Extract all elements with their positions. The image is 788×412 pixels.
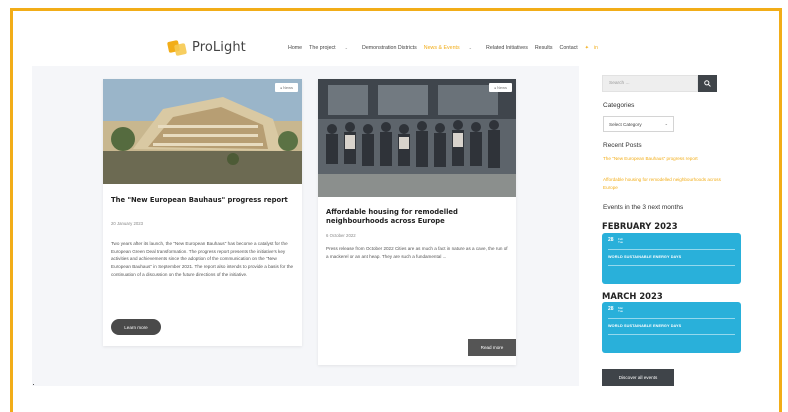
logo-text: ProLight [192, 39, 246, 55]
post-card: News The "New European Bauhaus" progress… [103, 79, 302, 346]
post-excerpt: Two years after its launch, the "New Eur… [111, 241, 294, 277]
event-day: 28 [608, 237, 614, 243]
chevron-down-icon: ⌄ [664, 121, 668, 126]
divider [608, 249, 735, 250]
category-tag[interactable]: News [275, 83, 298, 92]
month-heading: MARCH 2023 [602, 291, 663, 301]
divider [608, 318, 735, 319]
post-card: News Affordable housing for remodelled n… [318, 79, 516, 365]
category-select[interactable]: Select Category ⌄ [603, 116, 674, 132]
linkedin-icon[interactable]: in [594, 45, 598, 51]
nav-item-news-events[interactable]: News & Events ⌄ [424, 45, 479, 51]
select-value: Select Category [609, 122, 642, 127]
search-icon [704, 80, 711, 87]
nav-item-demonstration-districts[interactable]: Demonstration Districts [362, 45, 417, 51]
post-title[interactable]: The "New European Bauhaus" progress repo… [111, 196, 291, 205]
event-date-detail: Mar Tue [618, 306, 624, 314]
event-date-detail: Feb Tue [618, 237, 624, 245]
nav-item-home[interactable]: Home [288, 45, 302, 51]
post-date: 20 January 2023 [111, 221, 144, 226]
event-weekday: Tue [618, 240, 624, 245]
nav-item-the-project[interactable]: The project ⌄ [309, 45, 355, 51]
recent-post-link[interactable]: The "New European Bauhaus" progress repo… [603, 155, 727, 163]
post-image[interactable]: News [318, 79, 516, 197]
nav-item-results[interactable]: Results [535, 45, 553, 51]
site-logo[interactable]: ProLight [166, 38, 246, 57]
categories-heading: Categories [603, 102, 635, 109]
category-tag[interactable]: News [489, 83, 512, 92]
logo-mark-icon [166, 38, 188, 57]
search-button[interactable] [698, 75, 717, 92]
chevron-down-icon: ⌄ [344, 45, 348, 50]
recent-post-link[interactable]: Affordable housing for remodelled neighb… [603, 176, 727, 191]
divider [608, 265, 735, 266]
nav-item-label: The project [309, 45, 336, 51]
month-heading: FEBRUARY 2023 [602, 221, 678, 231]
nav-item-related-initiatives[interactable]: Related Initiatives [486, 45, 528, 51]
chevron-down-icon: ⌄ [468, 45, 473, 50]
nav-item-contact[interactable]: Contact [560, 45, 578, 51]
search-input[interactable]: Search ... [602, 75, 698, 92]
post-title[interactable]: Affordable housing for remodelled neighb… [326, 208, 506, 226]
main-nav: Home The project ⌄ Demonstration District… [288, 45, 603, 51]
discover-all-events-button[interactable]: Discover all events [602, 369, 674, 386]
learn-more-button[interactable]: Learn more [111, 319, 161, 335]
events-heading: Events in the 3 next months [603, 204, 684, 211]
event-day: 28 [608, 306, 614, 312]
nav-item-label: News & Events [423, 45, 460, 51]
post-excerpt: Press release from October 2022 Cities a… [326, 246, 508, 259]
page-marker [33, 384, 34, 385]
read-more-button[interactable]: Read more [468, 339, 516, 356]
event-weekday: Tue [618, 309, 624, 314]
recent-posts-heading: Recent Posts [603, 142, 642, 149]
divider [608, 334, 735, 335]
post-image[interactable]: News [103, 79, 302, 184]
post-date: 6 October 2022 [326, 233, 356, 238]
event-card[interactable]: 28 Feb Tue WORLD SUSTAINABLE ENERGY DAYS [602, 233, 741, 284]
event-title[interactable]: WORLD SUSTAINABLE ENERGY DAYS [608, 255, 681, 259]
twitter-icon[interactable]: ✦ [585, 45, 589, 51]
event-card[interactable]: 28 Mar Tue WORLD SUSTAINABLE ENERGY DAYS [602, 302, 741, 353]
event-title[interactable]: WORLD SUSTAINABLE ENERGY DAYS [608, 324, 681, 328]
